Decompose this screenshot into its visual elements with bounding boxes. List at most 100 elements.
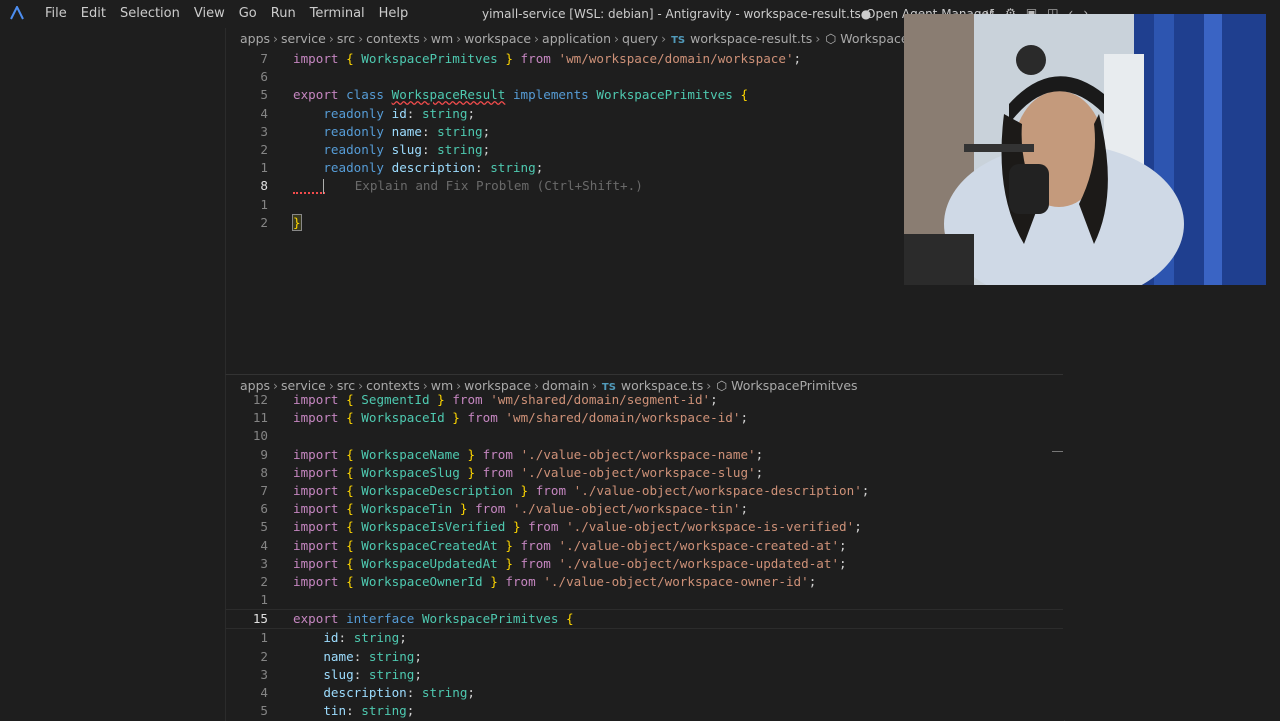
breadcrumb-segment[interactable]: wm <box>431 31 453 46</box>
code-text: name: string; <box>293 648 422 666</box>
antigravity-logo-icon <box>10 6 24 20</box>
breadcrumb-segment[interactable]: application <box>542 31 611 46</box>
code-token: import <box>293 51 339 66</box>
breadcrumb-file[interactable]: workspace-result.ts <box>690 31 812 46</box>
code-line[interactable]: 2 name: string; <box>226 648 1064 666</box>
code-token: ; <box>399 630 407 646</box>
line-number: 7 <box>260 51 268 66</box>
code-area-bottom[interactable]: 12 import { SegmentId } from 'wm/shared/d… <box>226 391 1064 720</box>
code-token: : <box>421 123 438 139</box>
code-text: import { WorkspaceUpdatedAt } from './va… <box>293 555 847 573</box>
code-token: ; <box>839 555 847 571</box>
inline-hint[interactable]: Explain and Fix Problem (Ctrl+Shift+.) <box>355 178 643 193</box>
code-line[interactable]: 5 tin: string; <box>226 702 1064 720</box>
chevron-right-icon: › <box>614 31 619 46</box>
code-token: name <box>391 123 422 139</box>
code-token: ; <box>854 519 862 535</box>
chevron-right-icon: › <box>456 31 462 46</box>
code-token: ; <box>755 446 764 462</box>
code-token: 'wm/shared/domain/segment-id' <box>490 392 711 407</box>
code-line[interactable]: 10 <box>226 427 1064 445</box>
code-line[interactable]: 4 description: string; <box>226 684 1064 702</box>
code-token: : <box>338 630 354 646</box>
typescript-file-icon: TS <box>671 35 686 46</box>
code-token: ; <box>740 410 749 426</box>
code-line[interactable]: 3 import { WorkspaceUpdatedAt } from './v… <box>226 555 1064 573</box>
code-token: id <box>323 630 339 646</box>
code-line[interactable]: 4 import { WorkspaceCreatedAt } from './v… <box>226 537 1064 555</box>
line-number: 3 <box>260 666 268 682</box>
breadcrumb-segment[interactable]: workspace <box>464 31 531 46</box>
chevron-right-icon: › <box>534 31 540 46</box>
menu-file[interactable]: File <box>40 0 72 28</box>
code-line[interactable]: 6 import { WorkspaceTin } from './value-o… <box>226 500 1064 518</box>
code-token: string <box>421 105 468 121</box>
menu-selection[interactable]: Selection <box>115 0 185 28</box>
code-token: ; <box>793 51 802 66</box>
chevron-right-icon: › <box>328 31 334 46</box>
code-token: : <box>353 666 369 682</box>
code-token: SegmentId <box>361 392 430 407</box>
code-token: './value-object/workspace-owner-id' <box>543 573 809 589</box>
code-token: string <box>361 703 407 719</box>
code-text: readonly slug: string; <box>293 141 490 159</box>
menu-help[interactable]: Help <box>374 0 414 28</box>
line-number: 2 <box>260 648 268 664</box>
editor-pane-bottom[interactable]: apps › service › src › contexts › wm › workspace › d… <box>225 374 1065 721</box>
code-token: } <box>437 392 445 407</box>
breadcrumb-segment[interactable]: service <box>281 31 326 46</box>
menu-terminal[interactable]: Terminal <box>305 0 370 28</box>
menu-go[interactable]: Go <box>234 0 262 28</box>
code-line[interactable]: 7 import { WorkspaceDescription } from '.… <box>226 482 1064 500</box>
code-line[interactable]: 1 <box>226 591 1064 609</box>
code-line[interactable]: 3 slug: string; <box>226 666 1064 684</box>
chevron-right-icon: › <box>422 31 428 46</box>
menu-run[interactable]: Run <box>266 0 301 28</box>
code-line[interactable]: 11 import { WorkspaceId } from 'wm/shared… <box>226 409 1064 427</box>
breadcrumb-segment[interactable]: src <box>337 31 355 46</box>
menu-view[interactable]: View <box>189 0 230 28</box>
menu-edit[interactable]: Edit <box>76 0 111 28</box>
code-token: export <box>293 87 339 103</box>
code-token: ; <box>535 160 544 176</box>
text-cursor <box>323 179 325 195</box>
code-line[interactable]: 12 import { SegmentId } from 'wm/shared/d… <box>226 391 1064 409</box>
breadcrumb-segment[interactable]: apps <box>240 31 270 46</box>
line-number: 3 <box>260 123 268 139</box>
code-token: from <box>475 501 506 517</box>
code-token: { <box>346 446 354 462</box>
code-line[interactable]: 2 import { WorkspaceOwnerId } from './val… <box>226 573 1064 591</box>
code-line[interactable]: 5 import { WorkspaceIsVerified } from './… <box>226 518 1064 536</box>
code-token: string <box>368 666 415 682</box>
code-token: } <box>467 464 476 480</box>
code-text: import { WorkspaceTin } from './value-ob… <box>293 500 748 518</box>
code-token: } <box>505 51 513 66</box>
code-line[interactable]: 1 id: string; <box>226 629 1064 647</box>
line-number: 6 <box>260 69 268 85</box>
code-token: } <box>520 482 529 498</box>
breadcrumb-segment[interactable]: contexts <box>366 31 420 46</box>
code-token: WorkspacePrimitves <box>596 87 733 103</box>
breadcrumb-segment[interactable]: query <box>622 31 658 46</box>
code-token: } <box>490 573 498 589</box>
code-line[interactable]: 9 import { WorkspaceName } from './value-… <box>226 446 1064 464</box>
code-token: } <box>512 519 521 535</box>
menu-bar: File Edit Selection View Go Run Terminal Help <box>40 0 417 28</box>
code-token: { <box>346 482 354 498</box>
code-line[interactable]: 8 import { WorkspaceSlug } from './value-… <box>226 464 1064 482</box>
code-line[interactable]: 15 export interface WorkspacePrimitves { <box>226 609 1064 630</box>
code-token: string <box>490 160 536 176</box>
